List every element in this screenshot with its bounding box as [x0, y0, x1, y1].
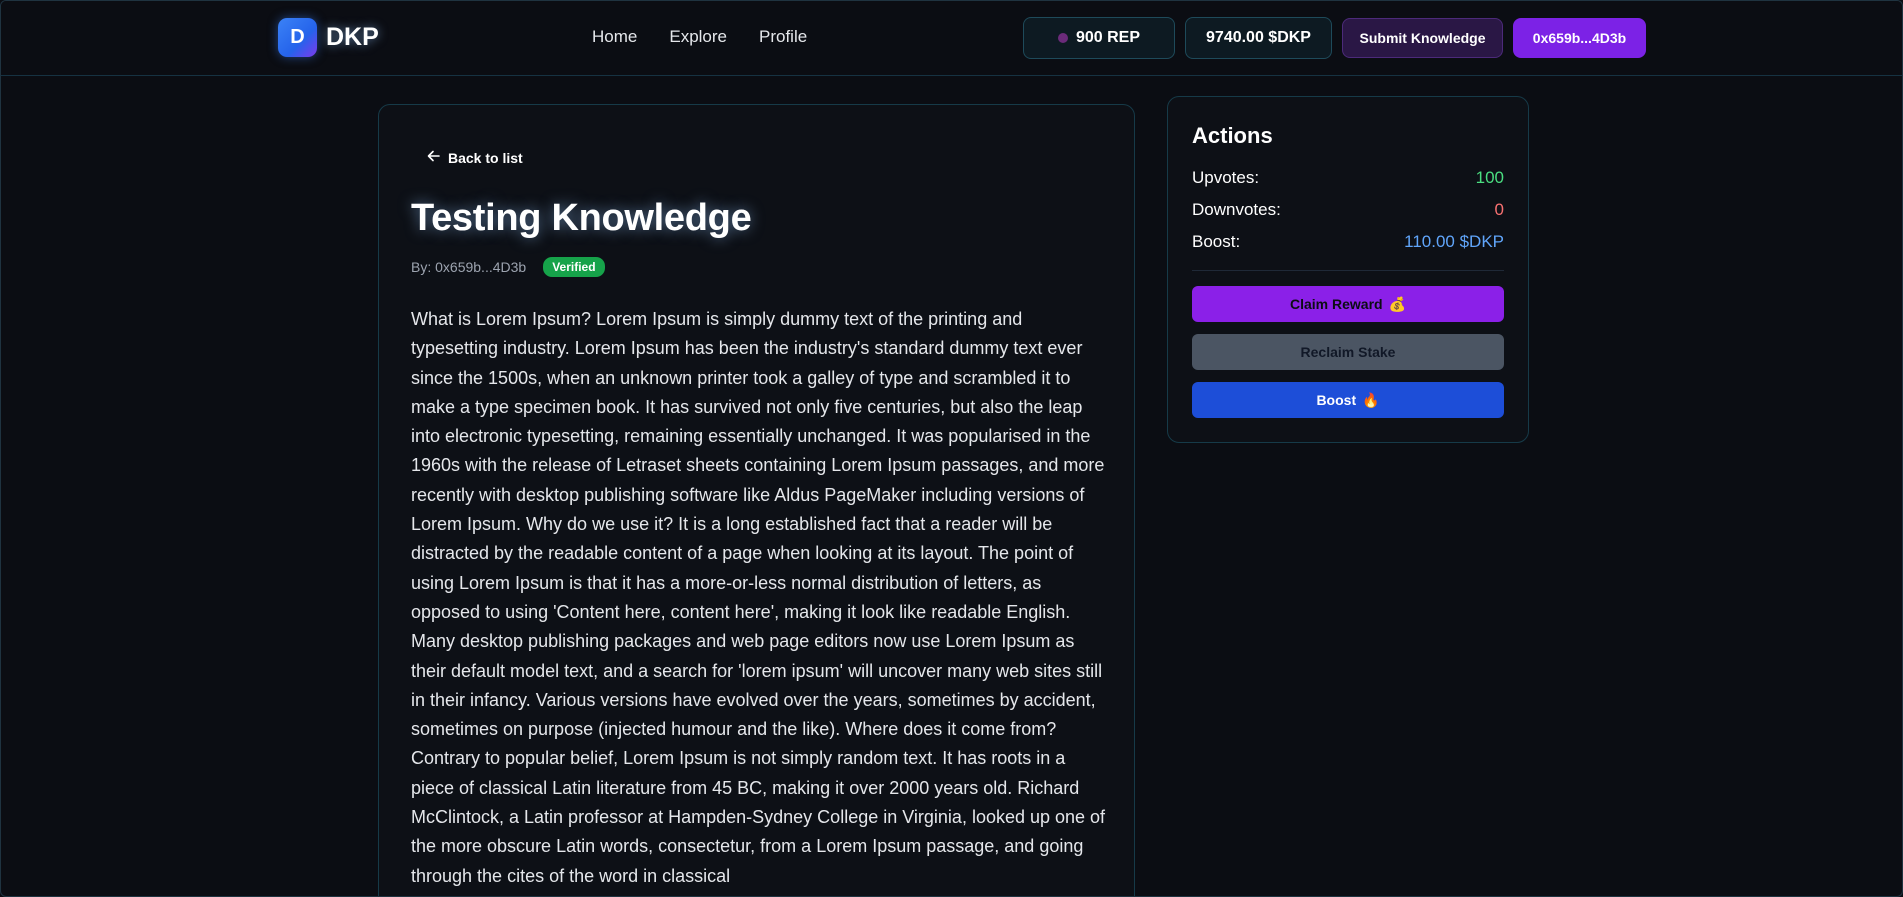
money-bag-icon: 💰 [1388, 295, 1407, 312]
knowledge-body: What is Lorem Ipsum? Lorem Ipsum is simp… [411, 309, 1106, 886]
wallet-button[interactable]: 0x659b...4D3b [1513, 18, 1646, 58]
boost-row: Boost: 110.00 $DKP [1192, 232, 1504, 252]
downvotes-value: 0 [1494, 200, 1504, 219]
top-navbar: D DKP Home Explore Profile 900 REP 9740.… [1, 1, 1902, 76]
claim-reward-button[interactable]: Claim Reward 💰 [1192, 286, 1504, 322]
boost-button[interactable]: Boost 🔥 [1192, 382, 1504, 418]
app-window: D DKP Home Explore Profile 900 REP 9740.… [0, 0, 1903, 897]
claim-reward-label: Claim Reward [1289, 296, 1383, 312]
reputation-dot-icon [1057, 33, 1068, 43]
arrow-left-icon [427, 149, 440, 166]
downvotes-row: Downvotes: 0 [1192, 200, 1504, 220]
nav-home[interactable]: Home [592, 27, 637, 47]
upvotes-label: Upvotes: [1192, 168, 1260, 187]
downvotes-label: Downvotes: [1192, 200, 1281, 219]
actions-panel: Actions Upvotes: 100 Downvotes: 0 Boost:… [1167, 96, 1529, 443]
reputation-badge: 900 REP [1023, 17, 1175, 59]
reclaim-stake-button[interactable]: Reclaim Stake [1192, 334, 1504, 370]
author-address: By: 0x659b...4D3b [411, 259, 527, 275]
upvotes-row: Upvotes: 100 [1192, 168, 1504, 188]
back-to-list-link[interactable]: Back to list [427, 149, 523, 166]
boost-label: Boost: [1192, 232, 1241, 251]
balance-value: 9740.00 $DKP [1206, 29, 1311, 46]
nav-explore[interactable]: Explore [669, 27, 727, 47]
nav-links: Home Explore Profile [592, 27, 807, 47]
author-row: By: 0x659b...4D3b Verified [411, 257, 605, 277]
nav-right: 900 REP 9740.00 $DKP Submit Knowledge 0x… [1023, 17, 1646, 59]
boost-value: 110.00 $DKP [1404, 232, 1504, 251]
back-to-list-label: Back to list [448, 149, 523, 166]
reclaim-stake-label: Reclaim Stake [1300, 344, 1396, 360]
logo-text: DKP [326, 23, 379, 51]
reputation-value: 900 REP [1075, 29, 1141, 46]
status-badge: Verified [543, 257, 605, 277]
balance-badge: 9740.00 $DKP [1185, 17, 1332, 59]
knowledge-card: Back to list Testing Knowledge By: 0x659… [378, 104, 1135, 896]
fire-icon: 🔥 [1362, 391, 1380, 408]
upvotes-value: 100 [1475, 168, 1504, 187]
boost-button-label: Boost [1316, 392, 1357, 408]
logo-icon: D [278, 18, 317, 57]
submit-knowledge-button[interactable]: Submit Knowledge [1342, 18, 1503, 58]
divider [1192, 270, 1504, 271]
actions-title: Actions [1192, 123, 1273, 148]
nav-profile[interactable]: Profile [759, 27, 807, 47]
logo[interactable]: D DKP [278, 18, 379, 57]
page-title: Testing Knowledge [411, 197, 752, 239]
